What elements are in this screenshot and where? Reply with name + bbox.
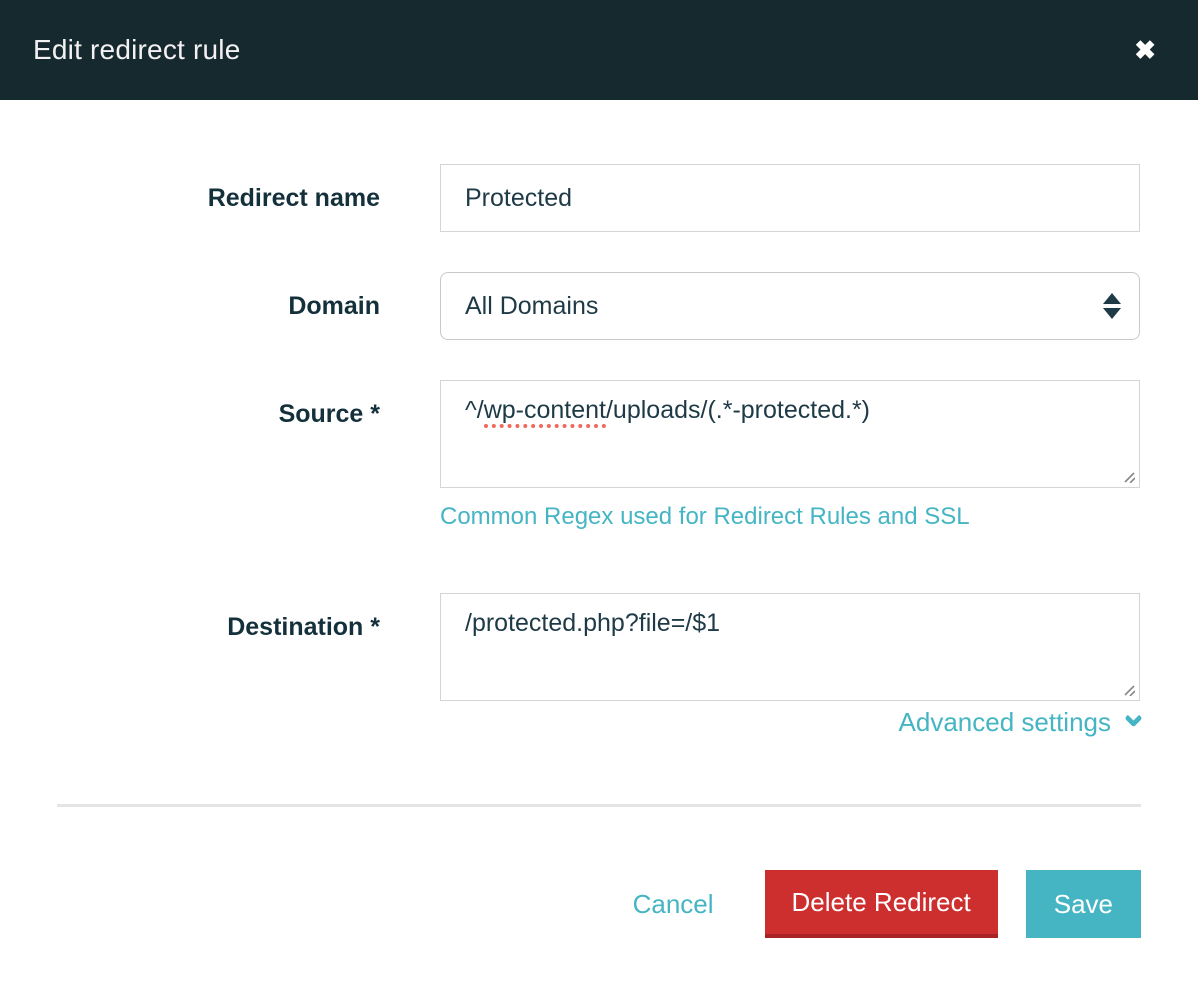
domain-select-value: All Domains	[465, 292, 598, 321]
modal-header: Edit redirect rule ✖	[0, 0, 1198, 100]
close-icon[interactable]: ✖	[1130, 33, 1160, 67]
common-regex-link[interactable]: Common Regex used for Redirect Rules and…	[440, 503, 970, 531]
modal-title: Edit redirect rule	[33, 34, 240, 66]
form-row-source: Source * ^/wp-content/uploads/(.*-protec…	[0, 380, 1198, 488]
resize-grip-icon[interactable]	[1122, 683, 1135, 696]
select-arrows-icon	[1103, 293, 1121, 319]
chevron-down-icon	[1124, 709, 1142, 727]
source-value-suffix: /uploads/(.*-protected.*)	[606, 396, 870, 424]
source-value-misspelled: wp-content	[484, 396, 606, 428]
form-row-domain: Domain All Domains	[0, 272, 1198, 340]
redirect-name-label: Redirect name	[0, 184, 440, 213]
modal-body: Redirect name Domain All Domains Source …	[0, 100, 1198, 738]
advanced-settings-link[interactable]: Advanced settings	[899, 707, 1140, 738]
regex-help-row: Common Regex used for Redirect Rules and…	[0, 503, 1198, 531]
domain-label: Domain	[0, 292, 440, 321]
divider	[57, 804, 1141, 807]
redirect-name-input[interactable]	[440, 164, 1140, 232]
edit-redirect-rule-modal: Edit redirect rule ✖ Redirect name Domai…	[0, 0, 1198, 938]
delete-redirect-button[interactable]: Delete Redirect	[765, 870, 998, 938]
source-label: Source *	[0, 380, 440, 429]
form-row-destination: Destination * /protected.php?file=/$1	[0, 593, 1198, 701]
modal-footer: Cancel Delete Redirect Save	[0, 870, 1198, 938]
destination-value: /protected.php?file=/$1	[465, 609, 720, 637]
advanced-settings-label: Advanced settings	[899, 707, 1111, 738]
advanced-settings-row: Advanced settings	[0, 707, 1198, 738]
domain-select[interactable]: All Domains	[440, 272, 1140, 340]
destination-label: Destination *	[0, 593, 440, 642]
destination-textarea[interactable]: /protected.php?file=/$1	[440, 593, 1140, 701]
resize-grip-icon[interactable]	[1122, 470, 1135, 483]
source-textarea[interactable]: ^/wp-content/uploads/(.*-protected.*)	[440, 380, 1140, 488]
cancel-button[interactable]: Cancel	[633, 889, 714, 920]
source-value-prefix: ^/	[465, 396, 484, 424]
form-row-redirect-name: Redirect name	[0, 164, 1198, 232]
save-button[interactable]: Save	[1026, 870, 1141, 938]
